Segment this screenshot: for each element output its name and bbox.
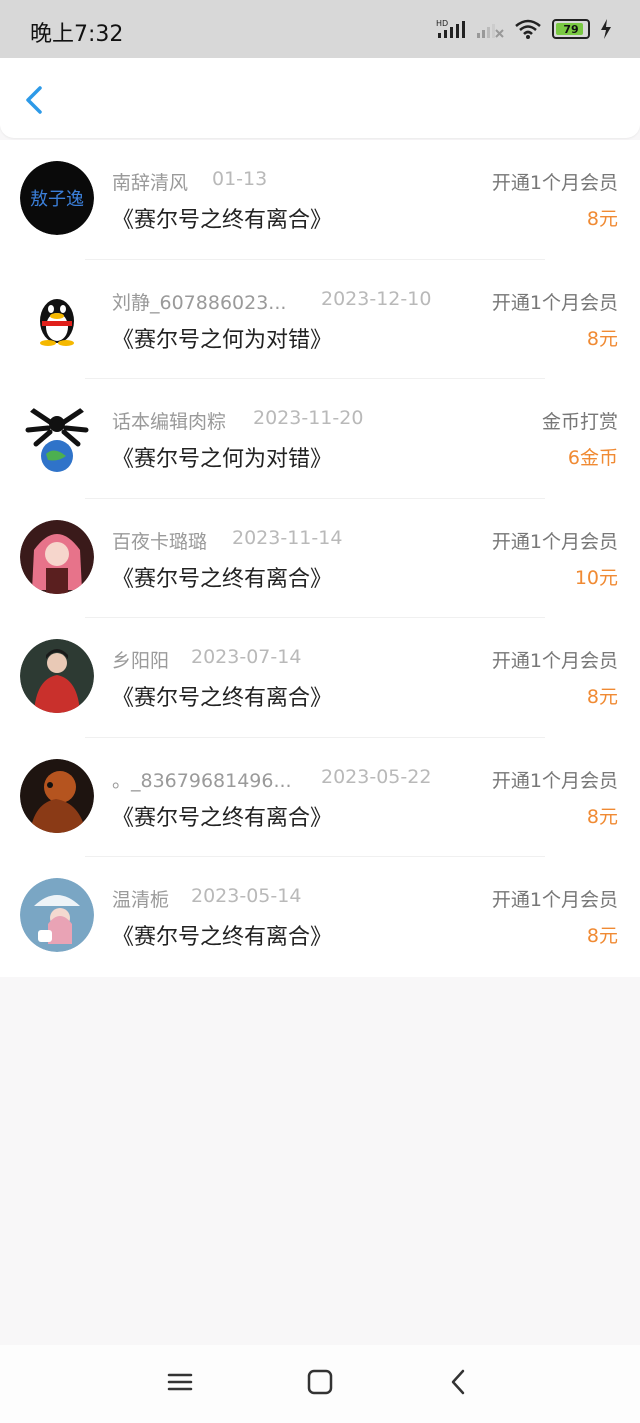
signal-weak-icon — [477, 24, 504, 38]
list-item[interactable]: 话本编辑肉粽 2023-11-20 《赛尔号之何为对错》 金币打赏 6金币 — [0, 379, 640, 499]
book-title: 《赛尔号之何为对错》 — [112, 447, 333, 472]
record-amount: 8元 — [586, 925, 618, 947]
record-date: 2023-11-14 — [232, 526, 343, 549]
user-name: 乡阳阳 — [112, 650, 170, 672]
records-list: 敖子逸 南辞清风 01-13 《赛尔号之终有离合》 开通1个月会员 8元 刘静_… — [0, 140, 640, 977]
nav-header — [0, 58, 640, 138]
record-type: 开通1个月会员 — [491, 769, 618, 792]
book-title: 《赛尔号之终有离合》 — [112, 805, 333, 831]
avatar[interactable] — [20, 400, 94, 474]
list-item[interactable]: 乡阳阳 2023-07-14 《赛尔号之终有离合》 开通1个月会员 8元 — [0, 618, 640, 738]
user-name: 百夜卡璐璐 — [112, 530, 208, 553]
record-amount: 8元 — [586, 686, 618, 708]
record-date: 2023-05-14 — [191, 885, 302, 907]
book-title: 《赛尔号之何为对错》 — [112, 327, 333, 353]
user-name: 温清栀 — [112, 889, 170, 911]
record-date: 01-13 — [212, 168, 268, 190]
avatar[interactable] — [20, 758, 94, 833]
record-amount: 8元 — [586, 208, 618, 230]
record-type: 开通1个月会员 — [491, 172, 618, 194]
record-type: 开通1个月会员 — [491, 650, 618, 672]
menu-icon[interactable] — [165, 1367, 195, 1397]
book-title: 《赛尔号之终有离合》 — [112, 686, 333, 711]
record-type: 开通1个月会员 — [491, 530, 618, 553]
avatar[interactable] — [20, 519, 94, 594]
avatar[interactable] — [20, 878, 94, 952]
charging-icon — [601, 19, 611, 39]
list-item[interactable]: 。_83679681496... 2023-05-22 《赛尔号之终有离合》 开… — [0, 737, 640, 857]
user-name: 刘静_607886023... — [112, 291, 287, 314]
status-time: 晚上7:32 — [30, 22, 124, 47]
home-icon[interactable] — [305, 1367, 335, 1397]
record-date: 2023-12-10 — [321, 287, 432, 310]
avatar[interactable] — [20, 280, 94, 355]
status-bar: 晚上7:32 HD 79 — [0, 0, 640, 58]
list-item[interactable]: 温清栀 2023-05-14 《赛尔号之终有离合》 开通1个月会员 8元 — [0, 857, 640, 977]
book-title: 《赛尔号之终有离合》 — [112, 208, 333, 233]
svg-text:HD: HD — [436, 19, 448, 28]
user-name: 话本编辑肉粽 — [112, 411, 227, 433]
battery-level: 79 — [563, 22, 579, 36]
avatar[interactable]: 敖子逸 — [20, 161, 94, 235]
record-amount: 8元 — [586, 327, 618, 350]
record-date: 2023-07-14 — [191, 646, 302, 668]
record-type: 金币打赏 — [541, 411, 618, 433]
list-item[interactable]: 敖子逸 南辞清风 01-13 《赛尔号之终有离合》 开通1个月会员 8元 — [0, 140, 640, 260]
user-name: 。_83679681496... — [112, 769, 292, 792]
wifi-icon — [515, 19, 541, 39]
record-date: 2023-05-22 — [321, 765, 432, 788]
record-date: 2023-11-20 — [253, 407, 364, 429]
status-icons: HD 79 — [436, 18, 612, 40]
svg-text:敖子逸: 敖子逸 — [30, 189, 84, 210]
record-type: 开通1个月会员 — [491, 889, 618, 911]
back-arrow-icon[interactable] — [18, 82, 54, 118]
system-nav-bar — [0, 1345, 640, 1423]
record-amount: 8元 — [586, 805, 618, 828]
record-amount: 10元 — [574, 566, 618, 589]
list-item[interactable]: 刘静_607886023... 2023-12-10 《赛尔号之何为对错》 开通… — [0, 259, 640, 379]
user-name: 南辞清风 — [112, 172, 189, 194]
avatar[interactable] — [20, 639, 94, 713]
signal-hd-icon: HD — [436, 19, 465, 38]
book-title: 《赛尔号之终有离合》 — [112, 566, 333, 592]
record-type: 开通1个月会员 — [491, 291, 618, 314]
back-icon[interactable] — [444, 1367, 474, 1397]
battery-icon: 79 — [552, 19, 590, 39]
list-item[interactable]: 百夜卡璐璐 2023-11-14 《赛尔号之终有离合》 开通1个月会员 10元 — [0, 498, 640, 618]
book-title: 《赛尔号之终有离合》 — [112, 925, 333, 950]
record-amount: 6金币 — [567, 447, 618, 469]
